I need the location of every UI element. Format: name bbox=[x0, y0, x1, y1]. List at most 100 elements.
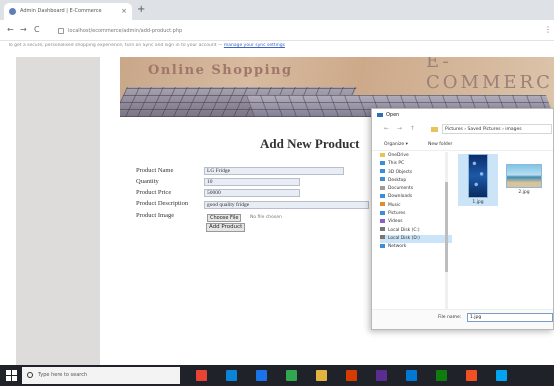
back-button[interactable]: ← bbox=[7, 24, 14, 36]
dialog-path-bar[interactable]: Pictures › Saved Pictures › images bbox=[442, 124, 552, 134]
browser-tab-strip: Admin Dashboard | E-Commerce × + bbox=[0, 0, 554, 20]
taskbar-app-icon[interactable] bbox=[436, 370, 447, 381]
taskbar-app-icon[interactable] bbox=[376, 370, 387, 381]
tree-item-label: Downloads bbox=[388, 194, 413, 200]
reload-button[interactable]: C bbox=[34, 24, 40, 36]
tab-close-icon[interactable]: × bbox=[121, 3, 127, 20]
folder-icon bbox=[380, 235, 385, 240]
phone-thumbnail bbox=[468, 154, 488, 198]
info-icon[interactable] bbox=[58, 27, 64, 34]
folder-icon bbox=[380, 169, 385, 174]
new-folder-button[interactable]: New folder bbox=[428, 139, 452, 151]
file-item[interactable]: 1.jpg bbox=[458, 154, 498, 206]
tree-item[interactable]: Pictures bbox=[380, 210, 452, 218]
choose-file-button[interactable]: Choose File bbox=[207, 214, 242, 222]
browser-tab[interactable]: Admin Dashboard | E-Commerce × bbox=[4, 3, 132, 20]
quantity-input[interactable]: 10 bbox=[204, 178, 300, 186]
taskbar-app-icon[interactable] bbox=[256, 370, 267, 381]
tab-title: Admin Dashboard | E-Commerce bbox=[20, 8, 102, 14]
tree-item[interactable]: Local Disk (C:) bbox=[380, 227, 452, 235]
product-price-input[interactable]: 50000 bbox=[204, 189, 300, 197]
address-bar[interactable]: localhost/ecommerce/admin/add-product.ph… bbox=[58, 25, 528, 37]
tree-item[interactable]: Music bbox=[380, 202, 452, 210]
folder-icon bbox=[380, 218, 385, 223]
product-description-label: Product Description bbox=[136, 200, 189, 207]
taskbar-app-icon[interactable] bbox=[346, 370, 357, 381]
tree-item-label: Videos bbox=[388, 219, 403, 225]
dialog-folder-tree: OneDrive This PC 3D Objects Desktop Document… bbox=[380, 152, 452, 309]
file-name-input[interactable]: 1.jpg bbox=[467, 313, 553, 322]
tree-item-label: 3D Objects bbox=[388, 169, 413, 175]
tree-scrollbar-thumb[interactable] bbox=[445, 182, 448, 272]
quantity-label: Quantity bbox=[136, 178, 159, 185]
product-image-label: Product Image bbox=[136, 212, 175, 219]
tree-item[interactable]: Documents bbox=[380, 185, 452, 193]
dialog-nav-bar: ← → ↑ Pictures › Saved Pictures › images bbox=[372, 122, 553, 137]
tree-item[interactable]: OneDrive bbox=[380, 152, 452, 160]
taskbar-app-icon[interactable] bbox=[406, 370, 417, 381]
notice-text: To get a secure, personalised shopping e… bbox=[8, 43, 223, 48]
forward-button[interactable]: → bbox=[20, 24, 27, 36]
dialog-footer: File name: 1.jpg bbox=[372, 309, 553, 329]
windows-taskbar: Type here to search bbox=[0, 365, 554, 386]
folder-icon bbox=[380, 227, 385, 232]
organize-button[interactable]: Organize ▾ bbox=[384, 139, 408, 151]
tree-scrollbar[interactable] bbox=[445, 152, 448, 309]
url-text: localhost/ecommerce/admin/add-product.ph… bbox=[68, 28, 183, 34]
folder-icon bbox=[380, 202, 385, 207]
tree-item-label: OneDrive bbox=[388, 153, 409, 158]
tree-item-label: Documents bbox=[388, 186, 414, 192]
new-tab-button[interactable]: + bbox=[137, 4, 145, 16]
tree-item[interactable]: Videos bbox=[380, 218, 452, 226]
folder-icon bbox=[380, 243, 385, 248]
screen: Admin Dashboard | E-Commerce × + ← → C l… bbox=[0, 0, 554, 386]
folder-icon bbox=[380, 177, 385, 182]
tree-item[interactable]: This PC bbox=[380, 160, 452, 168]
taskbar-app-icon[interactable] bbox=[496, 370, 507, 381]
page-title: Add New Product bbox=[260, 136, 360, 151]
taskbar-search-box[interactable]: Type here to search bbox=[22, 367, 180, 384]
file-name: 1.jpg bbox=[472, 200, 484, 205]
taskbar-app-icon[interactable] bbox=[196, 370, 207, 381]
taskbar-app-icon[interactable] bbox=[286, 370, 297, 381]
dialog-command-bar: Organize ▾ New folder bbox=[372, 139, 553, 151]
dialog-app-icon bbox=[377, 113, 383, 117]
browser-menu-button[interactable]: ⋮ bbox=[544, 24, 552, 36]
tree-item-label: This PC bbox=[388, 161, 405, 167]
notice-link[interactable]: manage your sync settings bbox=[224, 43, 285, 48]
folder-icon bbox=[380, 160, 385, 165]
add-product-button[interactable]: Add Product bbox=[206, 223, 246, 232]
product-name-label: Product Name bbox=[136, 167, 174, 174]
taskbar-app-icon[interactable] bbox=[226, 370, 237, 381]
taskbar-search-placeholder: Type here to search bbox=[38, 372, 88, 378]
product-name-input[interactable]: LG Fridge bbox=[204, 167, 344, 175]
file-item[interactable]: 2.jpg bbox=[504, 164, 544, 195]
product-description-input[interactable]: good quality fridge bbox=[204, 201, 369, 209]
folder-icon bbox=[380, 185, 385, 190]
tree-item-label: Local Disk (C:) bbox=[388, 227, 420, 233]
folder-icon bbox=[431, 127, 438, 132]
taskbar-app-icon[interactable] bbox=[466, 370, 477, 381]
dialog-title: Open bbox=[386, 112, 400, 118]
sync-notice: To get a secure, personalised shopping e… bbox=[8, 43, 308, 48]
tree-item-label: Local Disk (D:) bbox=[388, 235, 420, 241]
folder-icon bbox=[380, 193, 385, 198]
beach-thumbnail bbox=[506, 164, 542, 188]
dialog-nav-arrows-icon[interactable]: ← → ↑ bbox=[384, 125, 418, 132]
search-icon bbox=[27, 372, 33, 378]
product-price-label: Product Price bbox=[136, 189, 172, 196]
open-file-dialog: Open ← → ↑ Pictures › Saved Pictures › i… bbox=[371, 108, 554, 330]
windows-start-icon[interactable] bbox=[6, 370, 17, 381]
tree-item[interactable]: Local Disk (D:) bbox=[380, 234, 452, 244]
tree-item[interactable]: Network bbox=[380, 243, 452, 251]
admin-sidebar bbox=[16, 57, 100, 365]
dialog-title-bar: Open bbox=[372, 109, 553, 121]
tree-item[interactable]: 3D Objects bbox=[380, 169, 452, 177]
dialog-file-grid: 1.jpg 2.jpg bbox=[454, 154, 553, 214]
tree-item-label: Music bbox=[388, 202, 401, 208]
file-name-label: File name: bbox=[438, 315, 462, 320]
taskbar-app-icon[interactable] bbox=[316, 370, 327, 381]
tree-item[interactable]: Desktop bbox=[380, 177, 452, 185]
tree-item[interactable]: Downloads bbox=[380, 193, 452, 201]
file-name: 2.jpg bbox=[518, 190, 530, 195]
